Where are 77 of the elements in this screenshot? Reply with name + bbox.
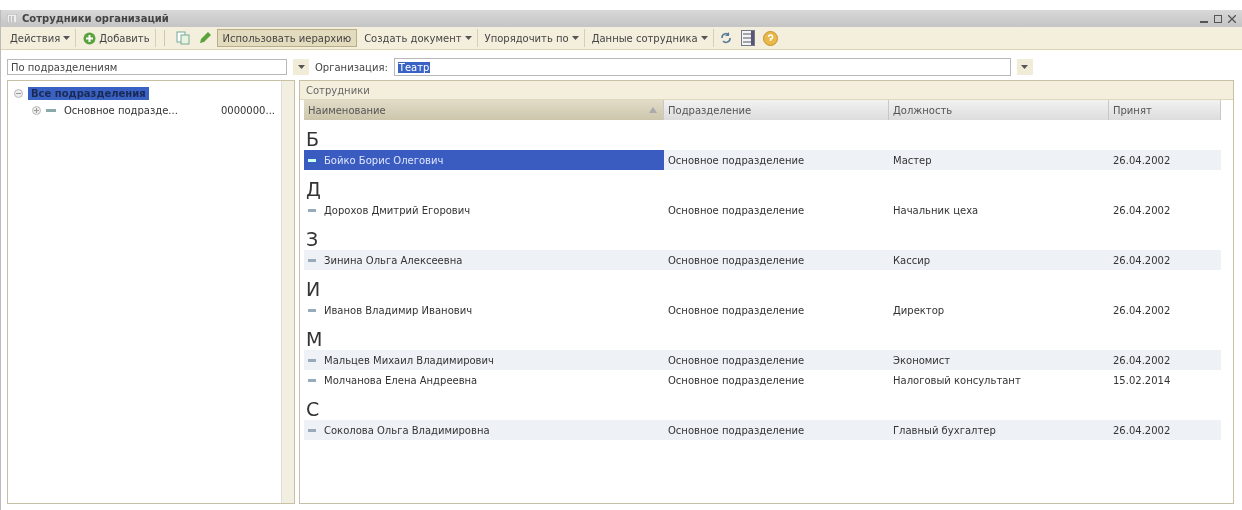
- dropdown-button[interactable]: [1016, 59, 1033, 75]
- organization-label: Организация:: [315, 61, 388, 73]
- menu-button[interactable]: Упорядочить по: [479, 29, 585, 47]
- table-cell: Мастер: [893, 154, 932, 166]
- panel-title: Сотрудники: [306, 84, 370, 96]
- table-cell: Основное подразделение: [668, 354, 805, 366]
- table-cell: 26.04.2002: [1113, 204, 1171, 216]
- expand-icon[interactable]: [32, 106, 41, 115]
- row-icon: [308, 158, 316, 162]
- item-icon: [46, 108, 56, 113]
- menu-button[interactable]: Создать документ: [359, 29, 478, 47]
- sort-icon: [649, 107, 657, 113]
- pencil-icon: [197, 31, 212, 45]
- row-icon: [308, 358, 316, 362]
- column-header[interactable]: Наименование: [304, 100, 664, 120]
- table-cell: Основное подразделение: [668, 304, 805, 316]
- caret-icon: [464, 36, 472, 40]
- caret-icon: [63, 36, 71, 40]
- employee-name[interactable]: Дорохов Дмитрий Егорович: [324, 204, 471, 216]
- toggle-button[interactable]: Использовать иерархию: [216, 29, 358, 47]
- table-cell: 26.04.2002: [1113, 304, 1171, 316]
- table-cell: 26.04.2002: [1113, 354, 1171, 366]
- help-icon: [762, 30, 778, 46]
- dropdown-button[interactable]: [293, 59, 309, 75]
- close-icon[interactable]: [1228, 14, 1236, 23]
- window-icon: [7, 14, 17, 23]
- window-title: Сотрудники организаций: [22, 13, 170, 24]
- list-icon: [740, 30, 755, 46]
- row-icon: [308, 308, 316, 312]
- scrollbar[interactable]: [281, 81, 294, 503]
- column-header[interactable]: Подразделение: [664, 100, 889, 120]
- group-letter: С: [306, 398, 320, 420]
- copy-icon: [175, 31, 190, 45]
- employee-name[interactable]: Иванов Владимир Иванович: [324, 304, 473, 316]
- group-letter: Б: [306, 128, 320, 150]
- row-icon: [308, 428, 316, 432]
- caret-icon: [700, 36, 708, 40]
- table-cell: Кассир: [893, 254, 931, 266]
- table-cell: Налоговый консультант: [893, 374, 1021, 386]
- table-cell: Основное подразделение: [668, 154, 805, 166]
- row-icon: [308, 258, 316, 262]
- menu-button[interactable]: Данные сотрудника: [586, 29, 714, 47]
- table-cell: 26.04.2002: [1113, 154, 1171, 166]
- table-cell: Главный бухгалтер: [893, 424, 996, 436]
- table-cell: 26.04.2002: [1113, 424, 1171, 436]
- grouping-dropdown[interactable]: По подразделениям: [7, 59, 287, 75]
- caret-icon: [571, 36, 579, 40]
- group-letter: З: [306, 228, 319, 250]
- row-icon: [308, 378, 316, 382]
- row-icon: [308, 208, 316, 212]
- group-letter: И: [306, 278, 321, 300]
- table-cell: Экономист: [893, 354, 951, 366]
- group-letter: М: [306, 328, 323, 350]
- table-cell: 15.02.2014: [1113, 374, 1171, 386]
- table-cell: Основное подразделение: [668, 204, 805, 216]
- table-cell: 26.04.2002: [1113, 254, 1171, 266]
- group-letter: Д: [306, 178, 321, 200]
- table-cell: Основное подразделение: [668, 254, 805, 266]
- maximize-icon[interactable]: [1214, 14, 1222, 23]
- caret-icon: [1021, 65, 1029, 69]
- collapse-icon[interactable]: [14, 89, 23, 98]
- tree-item[interactable]: Основное подразде...: [61, 104, 181, 117]
- table-cell: Начальник цеха: [893, 204, 979, 216]
- organization-field[interactable]: Театр: [393, 58, 1011, 76]
- add-button[interactable]: Добавить: [78, 29, 156, 47]
- table-cell: Основное подразделение: [668, 374, 805, 386]
- caret-icon: [297, 65, 305, 69]
- column-header[interactable]: Должность: [889, 100, 1109, 120]
- table-cell: Директор: [893, 304, 945, 316]
- column-header[interactable]: Принят: [1109, 100, 1221, 120]
- refresh-icon: [718, 31, 733, 45]
- employee-name[interactable]: Бойко Борис Олегович: [324, 154, 444, 166]
- menu-button[interactable]: Действия: [5, 29, 77, 47]
- item-code: 0000000...: [220, 105, 275, 116]
- employee-name[interactable]: Молчанова Елена Андреевна: [324, 374, 478, 386]
- plus-icon: [83, 31, 97, 45]
- table-cell: Основное подразделение: [668, 424, 805, 436]
